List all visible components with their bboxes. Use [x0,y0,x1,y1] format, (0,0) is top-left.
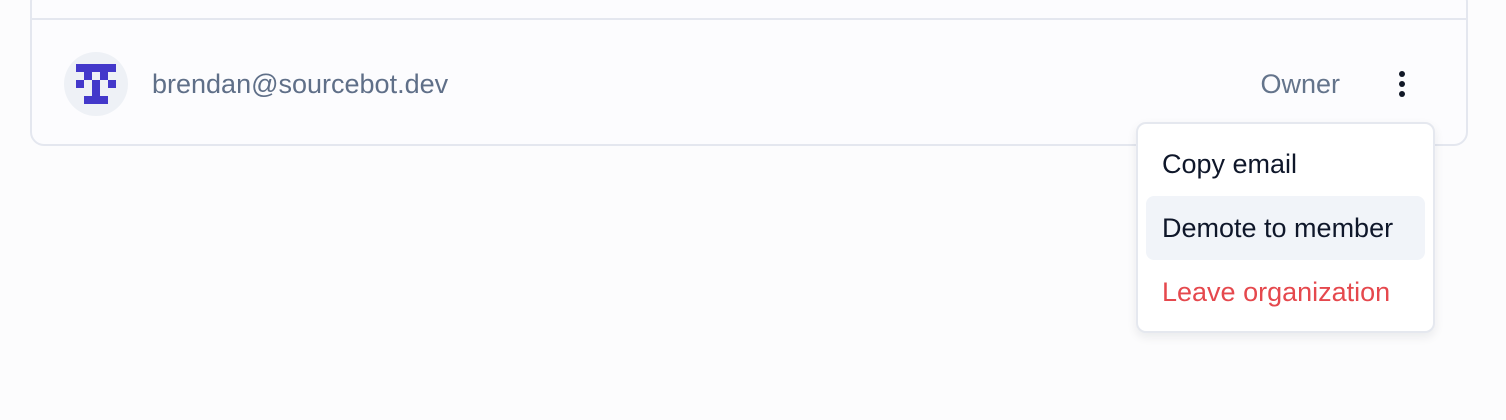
member-email: brendan@sourcebot.dev [152,69,449,99]
avatar [64,52,128,116]
copy-email-menu-item[interactable]: Copy email [1146,132,1425,196]
more-vertical-icon [1399,71,1405,97]
leave-organization-menu-item[interactable]: Leave organization [1146,260,1425,324]
demote-to-member-menu-item[interactable]: Demote to member [1146,196,1425,260]
member-actions-button[interactable] [1384,62,1420,106]
member-role: Owner [1260,69,1340,99]
member-actions-menu: Copy email Demote to member Leave organi… [1136,122,1435,333]
identicon-avatar-icon [76,64,116,104]
